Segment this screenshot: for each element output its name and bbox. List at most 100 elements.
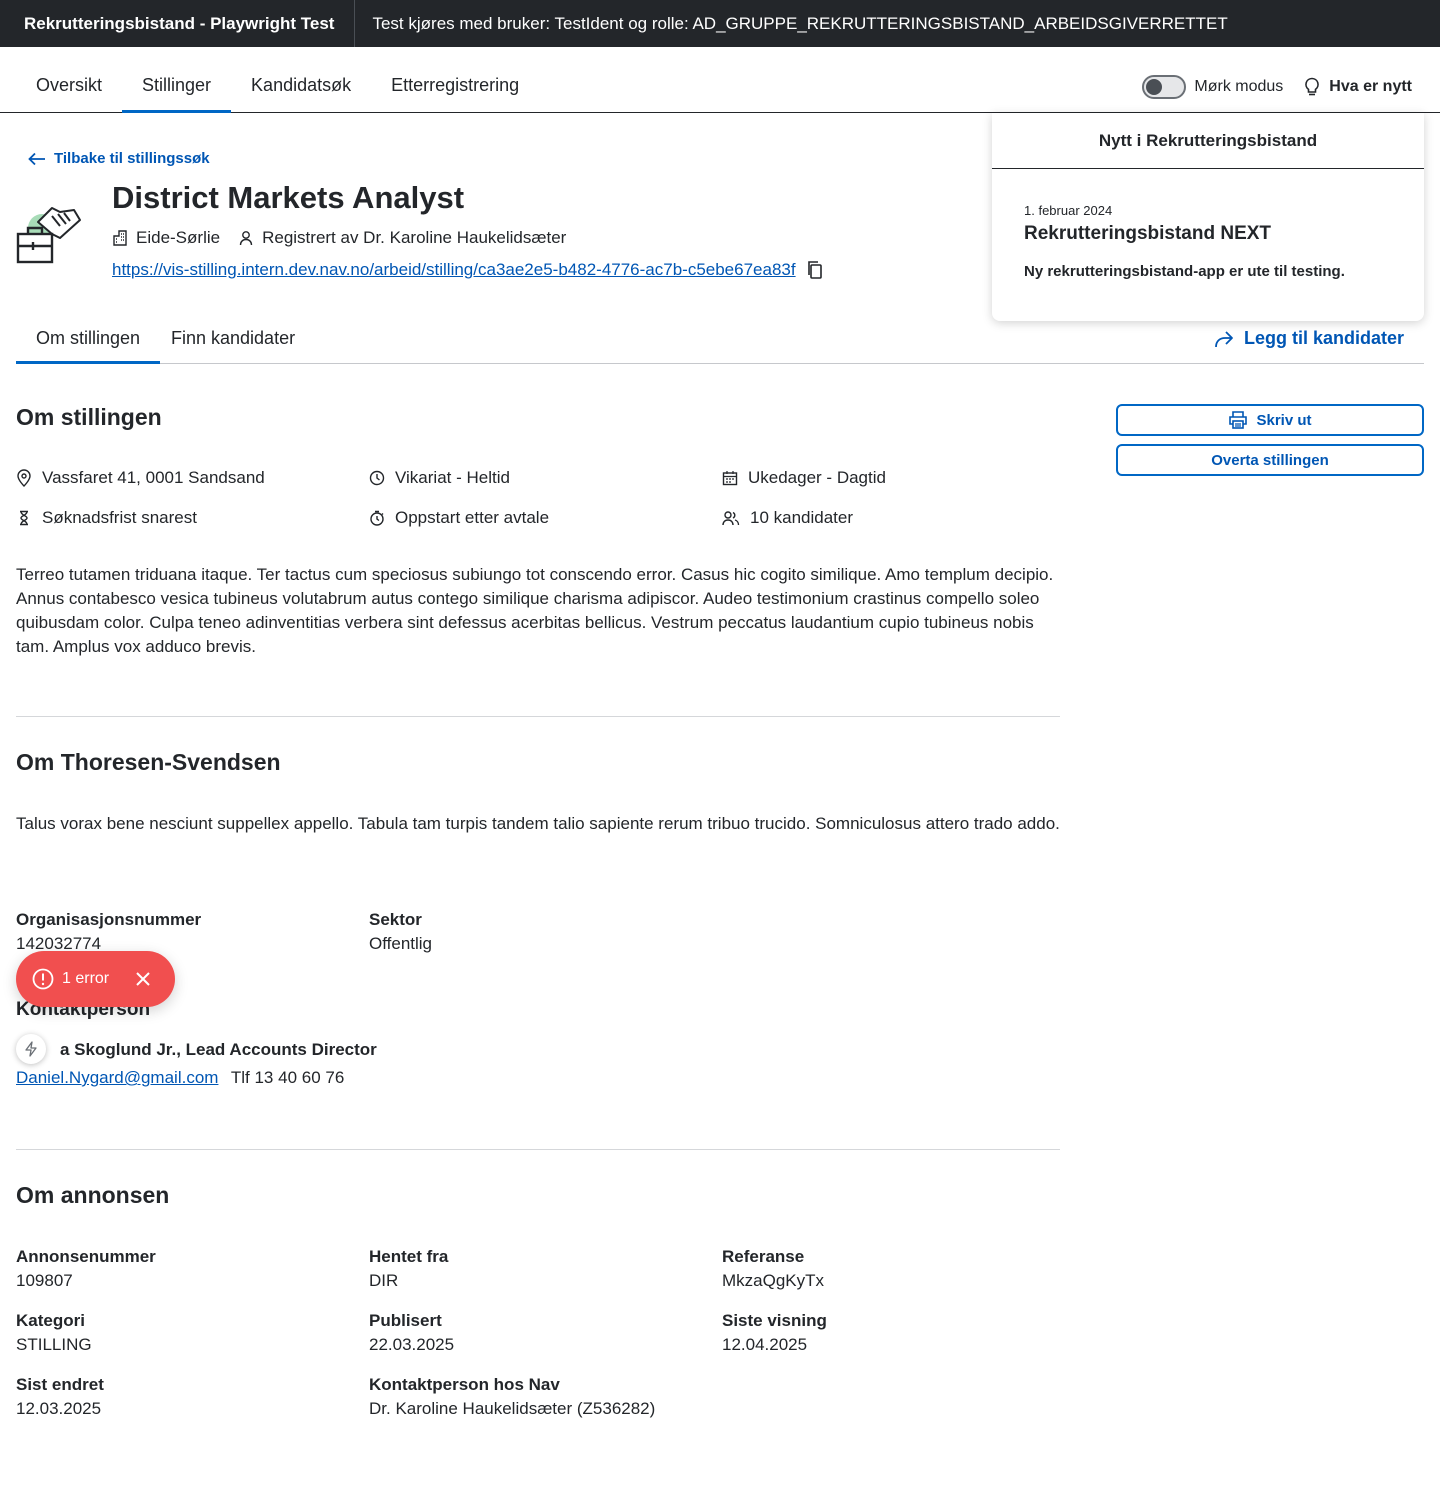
last-changed-label: Sist endret	[16, 1375, 104, 1394]
error-circle-icon	[32, 968, 54, 990]
job-title: District Markets Analyst	[112, 180, 465, 215]
reference-label: Referanse	[722, 1247, 805, 1266]
error-toast[interactable]: 1 error	[16, 951, 175, 1007]
nav-tabs: Oversikt Stillinger Kandidatsøk Etterreg…	[16, 61, 539, 113]
close-icon[interactable]	[135, 971, 151, 987]
hourglass-icon	[20, 510, 28, 526]
contact-line: Daniel.Nygard@gmail.com Tlf 13 40 60 76	[16, 1068, 344, 1088]
print-button[interactable]: Skriv ut	[1116, 404, 1424, 436]
contact-phone: Tlf 13 40 60 76	[230, 1068, 345, 1087]
location-pin-icon	[17, 469, 31, 487]
nav-tab-kandidatsok[interactable]: Kandidatsøk	[231, 61, 371, 112]
last-view-label: Siste visning	[722, 1311, 827, 1330]
back-link-label: Tilbake til stillingssøk	[54, 150, 210, 167]
nav-tab-oversikt[interactable]: Oversikt	[16, 61, 122, 112]
clock-icon	[369, 470, 385, 486]
news-popover: Nytt i Rekrutteringsbistand 1. februar 2…	[992, 113, 1424, 321]
published-field: Publisert 22.03.2025	[369, 1309, 454, 1357]
employment-text: Vikariat - Heltid	[395, 468, 510, 487]
handshake-briefcase-illustration	[16, 207, 81, 264]
deadline-text: Søknadsfrist snarest	[42, 508, 197, 527]
fact-candidates: 10 kandidater	[722, 508, 853, 528]
category-label: Kategori	[16, 1311, 85, 1330]
registered-by-meta: Registrert av Dr. Karoline Haukelidsæter	[238, 228, 566, 248]
section-divider	[16, 1149, 1060, 1150]
contact-email-link[interactable]: Daniel.Nygard@gmail.com	[16, 1068, 218, 1087]
fact-workdays: Ukedager - Dagtid	[722, 468, 886, 488]
nav-tab-etterregistrering[interactable]: Etterregistrering	[371, 61, 539, 112]
nav-contact-field: Kontaktperson hos Nav Dr. Karoline Hauke…	[369, 1373, 655, 1421]
lightning-icon	[25, 1041, 37, 1057]
copy-icon[interactable]	[806, 260, 824, 280]
last-view-field: Siste visning 12.04.2025	[722, 1309, 827, 1357]
reference-field: Referanse MkzaQgKyTx	[722, 1245, 824, 1293]
nav-contact-label: Kontaktperson hos Nav	[369, 1375, 560, 1394]
job-url-link[interactable]: https://vis-stilling.intern.dev.nav.no/a…	[112, 260, 796, 280]
print-label: Skriv ut	[1256, 411, 1312, 429]
source-label: Hentet fra	[369, 1247, 449, 1266]
back-to-search-link[interactable]: Tilbake til stillingssøk	[28, 150, 210, 167]
source-value: DIR	[369, 1271, 399, 1290]
take-over-label: Overta stillingen	[1211, 451, 1329, 469]
nav-right: Mørk modus Hva er nytt	[1142, 75, 1412, 99]
employer-name: Eide-Sørlie	[136, 228, 221, 247]
sector-field: Sektor Offentlig	[369, 908, 432, 956]
building-icon	[113, 230, 127, 246]
address-text: Vassfaret 41, 0001 Sandsand	[42, 468, 265, 487]
dark-mode-toggle[interactable]	[1142, 75, 1187, 99]
whats-new-button[interactable]: Hva er nytt	[1303, 77, 1412, 97]
main-nav: Oversikt Stillinger Kandidatsøk Etterreg…	[0, 47, 1440, 113]
take-over-button[interactable]: Overta stillingen	[1116, 444, 1424, 476]
news-date: 1. februar 2024	[1024, 203, 1113, 218]
news-text: Ny rekrutteringsbistand-app er ute til t…	[1024, 263, 1345, 280]
published-value: 22.03.2025	[369, 1335, 455, 1354]
dark-mode-label: Mørk modus	[1194, 78, 1284, 95]
nav-tab-stillinger[interactable]: Stillinger	[122, 61, 232, 113]
section-heading-about-employer: Om Thoresen-Svendsen	[16, 749, 281, 775]
ad-number-value: 109807	[16, 1271, 73, 1290]
ad-number-label: Annonsenummer	[16, 1247, 156, 1266]
fact-deadline: Søknadsfrist snarest	[16, 508, 197, 528]
add-candidates-button[interactable]: Legg til kandidater	[1214, 328, 1404, 349]
category-value: STILLING	[16, 1335, 92, 1354]
test-user-info: Test kjøres med bruker: TestIdent og rol…	[372, 13, 1228, 33]
registered-by: Registrert av Dr. Karoline Haukelidsæter	[262, 228, 567, 247]
sector-value: Offentlig	[369, 934, 433, 953]
fact-address: Vassfaret 41, 0001 Sandsand	[16, 468, 265, 488]
start-text: Oppstart etter avtale	[395, 508, 550, 527]
whats-new-label: Hva er nytt	[1329, 78, 1412, 95]
employer-description: Talus vorax bene nesciunt suppellex appe…	[16, 814, 1060, 833]
people-icon	[722, 511, 740, 526]
tab-finn-kandidater[interactable]: Finn kandidater	[151, 316, 315, 363]
dev-tools-button[interactable]	[16, 1034, 46, 1064]
tab-om-stillingen[interactable]: Om stillingen	[16, 316, 161, 364]
section-divider	[16, 716, 1060, 717]
org-number-label: Organisasjonsnummer	[16, 910, 202, 929]
candidates-text: 10 kandidater	[750, 508, 854, 527]
printer-icon	[1229, 411, 1248, 429]
org-number-field: Organisasjonsnummer 142032774	[16, 908, 201, 956]
source-field: Hentet fra DIR	[369, 1245, 448, 1293]
lightbulb-icon	[1305, 77, 1320, 96]
job-description: Terreo tutamen triduana itaque. Ter tact…	[16, 565, 1054, 656]
job-subtabs: Om stillingen Finn kandidater Legg til k…	[16, 316, 1424, 364]
contact-name: a Skoglund Jr., Lead Accounts Director	[60, 1040, 377, 1059]
category-field: Kategori STILLING	[16, 1309, 92, 1357]
job-url-row: https://vis-stilling.intern.dev.nav.no/a…	[112, 260, 824, 280]
nav-contact-value: Dr. Karoline Haukelidsæter (Z536282)	[369, 1399, 656, 1418]
stopwatch-icon	[370, 510, 384, 526]
published-label: Publisert	[369, 1311, 442, 1330]
fact-start: Oppstart etter avtale	[369, 508, 549, 528]
share-arrow-icon	[1215, 330, 1233, 347]
workdays-text: Ukedager - Dagtid	[748, 468, 886, 487]
employer-meta: Eide-Sørlie	[112, 228, 220, 248]
news-title: Rekrutteringsbistand NEXT	[1024, 223, 1272, 244]
ad-number-field: Annonsenummer 109807	[16, 1245, 156, 1293]
top-bar: Rekrutteringsbistand - Playwright Test T…	[0, 0, 1440, 47]
app-title: Rekrutteringsbistand - Playwright Test	[0, 0, 356, 47]
error-count: 1 error	[62, 970, 110, 987]
person-icon	[239, 231, 253, 246]
job-meta: Eide-Sørlie Registrert av Dr. Karoline H…	[112, 228, 584, 248]
fact-employment: Vikariat - Heltid	[369, 468, 510, 488]
calendar-icon	[722, 471, 738, 486]
